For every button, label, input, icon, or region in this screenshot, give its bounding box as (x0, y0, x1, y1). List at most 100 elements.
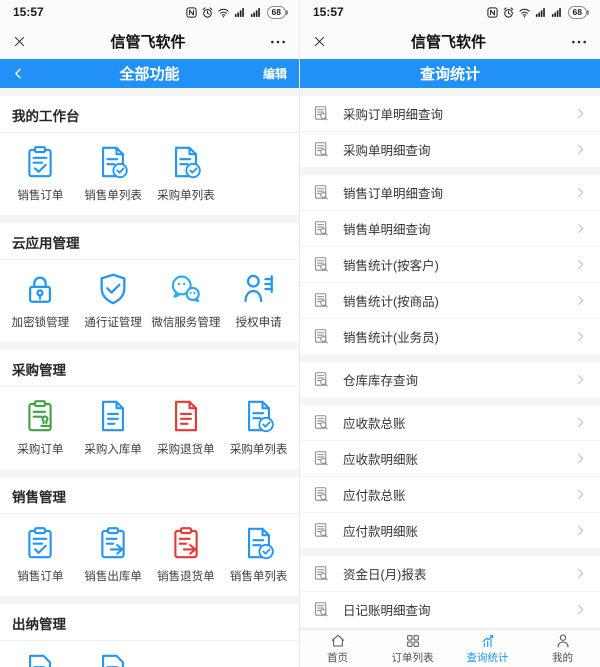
list-item[interactable]: 销售统计(按商品) (300, 282, 600, 318)
app-shortcut[interactable]: 加密锁管理 (4, 272, 77, 330)
list-item[interactable]: 日记账明细查询 (300, 591, 600, 627)
report-search-icon (313, 414, 330, 431)
app-shortcut[interactable]: 销售出库单 (77, 526, 150, 584)
list-item-label: 采购订单明细查询 (343, 104, 443, 123)
section: 销售管理销售订单销售出库单销售退货单销售单列表 (0, 477, 299, 596)
close-icon[interactable] (12, 34, 27, 49)
clipboard-check-icon (23, 526, 57, 560)
section-title: 出纳管理 (0, 613, 299, 641)
report-search-icon (313, 184, 330, 201)
more-icon[interactable] (570, 33, 588, 51)
doc-yuan-icon (23, 653, 57, 667)
page-header: 全部功能 编辑 (0, 59, 299, 88)
report-search-icon (313, 601, 330, 618)
more-icon (570, 33, 588, 51)
section: 出纳管理现金日记账银行日记账 (0, 604, 299, 667)
list-item[interactable]: 采购单明细查询 (300, 131, 600, 167)
app-shortcut-label: 采购订单 (17, 441, 63, 457)
app-shortcut[interactable]: 现金日记账 (4, 653, 77, 667)
chevron-right-icon (574, 294, 587, 307)
close-icon[interactable] (312, 34, 327, 49)
nfc-icon (185, 6, 198, 19)
doc-lines-icon (169, 399, 203, 433)
list-item[interactable]: 销售订单明细查询 (300, 175, 600, 210)
chevron-right-icon (574, 222, 587, 235)
app-shortcut[interactable]: 销售退货单 (150, 526, 223, 584)
report-search-icon (313, 371, 330, 388)
chevron-right-icon (574, 143, 587, 156)
tab-mine[interactable]: 我的 (525, 630, 600, 667)
app-shortcut[interactable]: 银行日记账 (77, 653, 150, 667)
app-shortcut[interactable]: 采购单列表 (222, 399, 295, 457)
app-shortcut[interactable]: 采购退货单 (150, 399, 223, 457)
list-item[interactable]: 应收款明细账 (300, 440, 600, 476)
section: 云应用管理加密锁管理通行证管理微信服务管理授权申请 (0, 223, 299, 342)
edit-button[interactable]: 编辑 (263, 65, 287, 82)
report-search-icon (313, 328, 330, 345)
report-search-icon (313, 450, 330, 467)
chevron-right-icon (574, 416, 587, 429)
back-icon[interactable] (12, 67, 25, 80)
section-title: 我的工作台 (0, 105, 299, 133)
app-shortcut[interactable]: 采购单列表 (150, 145, 223, 203)
grid-icon (405, 633, 421, 649)
person-doc-icon (242, 272, 276, 306)
app-shortcut[interactable]: 授权申请 (222, 272, 295, 330)
app-shortcut[interactable]: 微信服务管理 (150, 272, 223, 330)
app-shortcut[interactable]: 通行证管理 (77, 272, 150, 330)
app-title: 信管飞软件 (27, 31, 269, 52)
list-item[interactable]: 仓库库存查询 (300, 362, 600, 397)
left-sections: 我的工作台销售订单销售单列表采购单列表云应用管理加密锁管理通行证管理微信服务管理… (0, 88, 299, 667)
lock-icon (23, 272, 57, 306)
list-item-label: 应收款明细账 (343, 449, 418, 468)
list-item-label: 销售统计(按商品) (343, 291, 439, 310)
app-shortcut[interactable]: 销售单列表 (222, 526, 295, 584)
signal-icon (233, 6, 246, 19)
list-item[interactable]: 应付款明细账 (300, 512, 600, 548)
clipboard-check-icon (23, 145, 57, 179)
list-item[interactable]: 采购订单明细查询 (300, 96, 600, 131)
report-search-icon (313, 292, 330, 309)
app-shortcut[interactable]: 销售订单 (4, 526, 77, 584)
tab-query[interactable]: 查询统计 (450, 630, 525, 667)
tab-bar: 首页 订单列表查询统计我的 (300, 629, 600, 667)
status-bar: 15:57 68 (300, 0, 600, 24)
app-shortcut[interactable]: 采购入库单 (77, 399, 150, 457)
tab-label: 首页 (327, 650, 348, 665)
chevron-right-icon (574, 107, 587, 120)
list-item[interactable]: 应收款总账 (300, 405, 600, 440)
chevron-right-icon (574, 524, 587, 537)
more-icon (269, 33, 287, 51)
chevron-right-icon (574, 258, 587, 271)
app-shortcut[interactable]: 采购订单 (4, 399, 77, 457)
app-shortcut[interactable]: 销售单列表 (77, 145, 150, 203)
more-icon[interactable] (269, 33, 287, 51)
list-item-label: 日记账明细查询 (343, 600, 431, 619)
battery-icon: 68 (267, 6, 286, 19)
report-search-icon (313, 486, 330, 503)
doc-star-icon (96, 653, 130, 667)
list-item-label: 销售单明细查询 (343, 219, 431, 238)
list-item[interactable]: 销售统计(按客户) (300, 246, 600, 282)
app-shortcut-label: 销售单列表 (84, 187, 142, 203)
wifi-icon (518, 6, 531, 19)
doc-check-icon (242, 399, 276, 433)
tab-orders[interactable]: 订单列表 (375, 630, 450, 667)
app-shortcut-label: 采购入库单 (84, 441, 142, 457)
report-search-icon (313, 256, 330, 273)
chart-bars-icon (480, 633, 496, 649)
list-item[interactable]: 资金日(月)报表 (300, 556, 600, 591)
doc-check-icon (242, 399, 276, 433)
section-grid: 采购订单 采购入库单采购退货单采购单列表 (0, 387, 299, 469)
clipboard-arrow-icon (96, 526, 130, 560)
person-doc-icon (242, 272, 276, 306)
list-item[interactable]: 销售统计(业务员) (300, 318, 600, 354)
tab-home[interactable]: 首页 (300, 630, 375, 667)
list-group: 应收款总账应收款明细账应付款总账应付款明细账 (300, 405, 600, 548)
list-item[interactable]: 销售单明细查询 (300, 210, 600, 246)
report-search-icon (313, 220, 330, 237)
app-shortcut[interactable]: 销售订单 (4, 145, 77, 203)
list-item-label: 应收款总账 (343, 413, 406, 432)
list-item[interactable]: 应付款总账 (300, 476, 600, 512)
report-search-icon (313, 141, 330, 158)
